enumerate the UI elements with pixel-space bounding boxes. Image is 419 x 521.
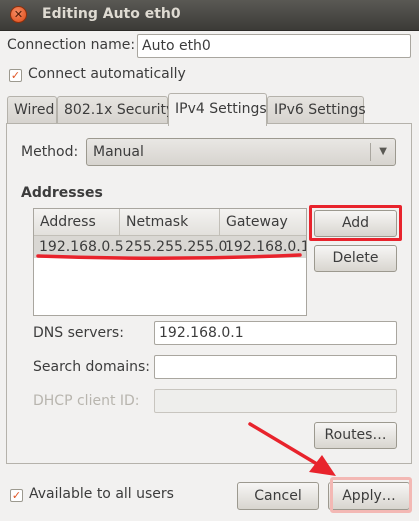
available-to-all-users-label: Available to all users (29, 486, 174, 502)
chevron-down-icon: ▼ (379, 146, 387, 157)
dhcp-client-id-input (154, 389, 397, 413)
connection-name-input[interactable]: Auto eth0 (137, 34, 411, 58)
cancel-button[interactable]: Cancel (237, 482, 319, 510)
table-header: Address Netmask Gateway (34, 209, 306, 236)
tab-wired[interactable]: Wired (7, 96, 57, 124)
window-title: Editing Auto eth0 (42, 6, 181, 22)
delete-button[interactable]: Delete (314, 245, 397, 272)
cell-gateway[interactable]: 192.168.0.1 (220, 236, 306, 258)
column-header-address[interactable]: Address (34, 209, 120, 235)
connect-automatically-label: Connect automatically (28, 66, 186, 82)
check-icon: ✓ (11, 489, 22, 502)
check-icon: ✓ (10, 69, 21, 82)
routes-button[interactable]: Routes… (314, 422, 397, 449)
add-button[interactable]: Add (314, 210, 397, 237)
dns-servers-input[interactable]: 192.168.0.1 (154, 321, 397, 345)
search-domains-label: Search domains: (33, 359, 150, 375)
dhcp-client-id-label: DHCP client ID: (33, 393, 140, 409)
dialog-window: ✕ Editing Auto eth0 Connection name: Aut… (0, 0, 419, 521)
cell-address[interactable]: 192.168.0.5 (34, 236, 124, 258)
method-label: Method: (21, 144, 79, 160)
apply-button[interactable]: Apply… (328, 482, 410, 510)
table-row[interactable]: 192.168.0.5 255.255.255.0 192.168.0.1 (34, 236, 306, 258)
tab-ipv4-settings[interactable]: IPv4 Settings (168, 93, 267, 126)
tab-8021x-security[interactable]: 802.1x Security (57, 96, 174, 124)
addresses-heading: Addresses (21, 185, 103, 201)
dns-servers-label: DNS servers: (33, 325, 124, 341)
combo-separator (370, 143, 371, 161)
title-bar[interactable]: ✕ Editing Auto eth0 (0, 0, 419, 31)
search-domains-input[interactable] (154, 355, 397, 379)
addresses-table[interactable]: Address Netmask Gateway 192.168.0.5 255.… (33, 208, 307, 316)
available-to-all-users-checkbox[interactable]: ✓ (10, 489, 23, 502)
column-header-gateway[interactable]: Gateway (220, 209, 306, 235)
cell-netmask[interactable]: 255.255.255.0 (120, 236, 227, 258)
method-value: Manual (93, 144, 144, 160)
connect-automatically-checkbox[interactable]: ✓ (9, 69, 22, 82)
method-combobox[interactable]: Manual ▼ (86, 138, 396, 166)
tab-ipv6-settings[interactable]: IPv6 Settings (267, 96, 366, 124)
close-icon[interactable]: ✕ (10, 6, 27, 23)
connection-name-label: Connection name: (7, 37, 136, 53)
column-header-netmask[interactable]: Netmask (120, 209, 220, 235)
